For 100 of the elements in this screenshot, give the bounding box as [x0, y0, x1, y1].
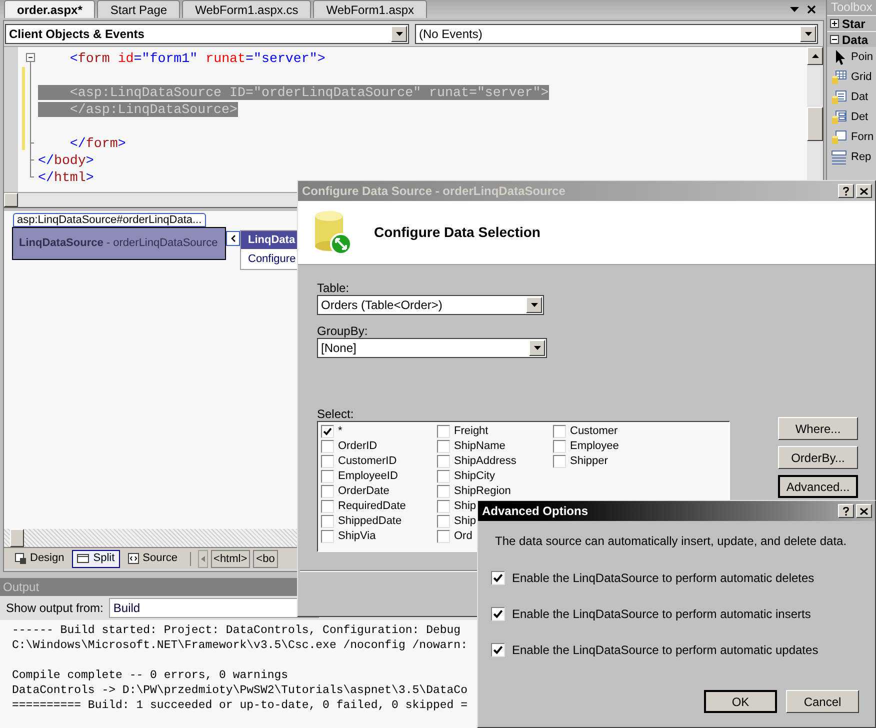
toolbox-item[interactable]: Forn: [827, 127, 876, 147]
view-tab[interactable]: Split: [72, 550, 120, 568]
column-name: ShipCity: [454, 469, 495, 484]
output-source-combo[interactable]: Build: [109, 598, 320, 618]
object-combo[interactable]: Client Objects & Events: [5, 24, 409, 44]
checkbox[interactable]: [437, 515, 450, 528]
plus-icon: [832, 21, 837, 26]
column-name: ShippedDate: [338, 514, 402, 530]
column-name: Ship: [454, 499, 476, 514]
dialog-button[interactable]: Where...: [778, 417, 858, 440]
document-tab[interactable]: WebForm1.aspx.cs: [182, 0, 312, 18]
dialog-title: Advanced Options: [482, 503, 590, 520]
code-line: </body>: [38, 153, 94, 168]
groupby-combo[interactable]: [None]: [317, 338, 547, 358]
toolbox-group[interactable]: Star: [827, 15, 876, 31]
scroll-left-button[interactable]: [198, 550, 208, 568]
checkbox[interactable]: [321, 515, 334, 528]
dialog-button[interactable]: OK: [704, 690, 777, 713]
column-name: RequiredDate: [338, 499, 406, 514]
toolbox-item[interactable]: Det: [827, 107, 876, 127]
tag-breadcrumb[interactable]: <bo: [253, 550, 278, 568]
dialog-title: Configure Data Source - orderLinqDataSource: [302, 183, 566, 200]
help-button[interactable]: [838, 504, 854, 518]
source-view-icon: [128, 553, 139, 564]
dialog-button[interactable]: OrderBy...: [778, 446, 858, 469]
checkbox[interactable]: [437, 500, 450, 513]
help-icon: [843, 506, 849, 516]
toolbox-item[interactable]: Grid: [827, 67, 876, 87]
column-name: CustomerID: [338, 454, 397, 470]
close-button[interactable]: [856, 184, 872, 198]
checkbox[interactable]: [491, 571, 505, 585]
toolbox-item[interactable]: Rep: [827, 147, 876, 167]
view-tab[interactable]: Source: [122, 550, 183, 568]
view-tab[interactable]: Design: [10, 550, 70, 568]
dropdown-arrow-icon[interactable]: [790, 7, 799, 12]
column-name: EmployeeID: [338, 469, 398, 484]
option-label: Enable the LinqDataSource to perform automatic updates: [512, 642, 818, 659]
output-line: C:\Windows\Microsoft.NET\Framework\v3.5\Csc.exe /noconfig /nowarn:: [12, 639, 468, 652]
checkbox[interactable]: [437, 470, 450, 483]
smart-tag-button[interactable]: [226, 231, 240, 246]
dialog-heading: Configure Data Selection: [374, 223, 540, 242]
column-name: Ord: [454, 529, 472, 544]
help-button[interactable]: [838, 184, 854, 198]
checkbox[interactable]: [437, 455, 450, 468]
output-line: Compile complete -- 0 errors, 0 warnings: [12, 669, 288, 682]
toolbox-group[interactable]: Data: [827, 31, 876, 47]
checkbox[interactable]: [321, 440, 334, 453]
close-icon: [860, 188, 868, 194]
table-combo[interactable]: Orders (Table<Order>): [317, 295, 544, 315]
checkbox[interactable]: [321, 455, 334, 468]
document-tab[interactable]: WebForm1.aspx: [313, 0, 428, 18]
column-name: ShipName: [454, 439, 506, 454]
output-line: ========== Build: 1 succeeded or up-to-date, 0 failed, 0 skipped =: [12, 699, 468, 712]
close-button[interactable]: [856, 504, 872, 518]
toolbox-title: Toolbox: [827, 0, 876, 15]
checkbox[interactable]: [437, 485, 450, 498]
scroll-up-icon[interactable]: [812, 54, 818, 58]
column-name: ShipRegion: [454, 484, 511, 500]
document-tab[interactable]: Start Page: [97, 0, 180, 18]
field-label: Select:: [317, 406, 355, 421]
details-icon: [831, 109, 847, 125]
checkbox[interactable]: [321, 485, 334, 498]
column-name: OrderID: [338, 439, 378, 454]
code-line: </form>: [68, 136, 126, 151]
minus-icon: [832, 37, 837, 42]
checkbox[interactable]: [321, 470, 334, 483]
scroll-left-icon: [200, 556, 205, 562]
checkbox[interactable]: [321, 530, 334, 543]
field-label: GroupBy:: [317, 323, 369, 338]
event-combo[interactable]: (No Events): [415, 24, 818, 44]
toolbox-item[interactable]: Dat: [827, 87, 876, 107]
column-name: ShipAddress: [454, 454, 516, 470]
checkbox[interactable]: [437, 440, 450, 453]
field-label: Table:: [317, 280, 350, 295]
column-name: OrderDate: [338, 484, 390, 500]
column-name: Freight: [454, 424, 488, 440]
column-name: ShipVia: [338, 529, 376, 544]
document-tab[interactable]: order.aspx*: [4, 0, 96, 18]
tag-label: asp:LinqDataSource#orderLinqData...: [13, 213, 206, 227]
column-name: Shipper: [570, 454, 608, 470]
checkbox[interactable]: [553, 440, 566, 453]
tag-breadcrumb[interactable]: <html>: [210, 550, 250, 568]
close-icon[interactable]: [807, 5, 816, 14]
checkbox[interactable]: [321, 425, 334, 438]
checkbox[interactable]: [491, 607, 505, 621]
dialog-button[interactable]: Advanced...: [778, 475, 858, 498]
checkbox[interactable]: [437, 425, 450, 438]
checkbox[interactable]: [437, 530, 450, 543]
dialog-button[interactable]: Cancel: [786, 690, 859, 713]
checkbox[interactable]: [491, 643, 505, 657]
control-caption: LinqDataSource - orderLinqDataSource: [19, 236, 218, 252]
checkbox[interactable]: [553, 455, 566, 468]
column-name: Employee: [570, 439, 619, 454]
form-icon: [831, 129, 847, 145]
code-line: <form id="form1" runat="server">: [68, 51, 326, 66]
checkbox[interactable]: [553, 425, 566, 438]
toolbox-item[interactable]: Poin: [827, 47, 876, 67]
checkbox[interactable]: [321, 500, 334, 513]
output-line: ------ Build started: Project: DataControls, Configuration: Debug: [12, 624, 461, 637]
data-source-control[interactable]: LinqDataSource - orderLinqDataSource: [12, 227, 226, 260]
